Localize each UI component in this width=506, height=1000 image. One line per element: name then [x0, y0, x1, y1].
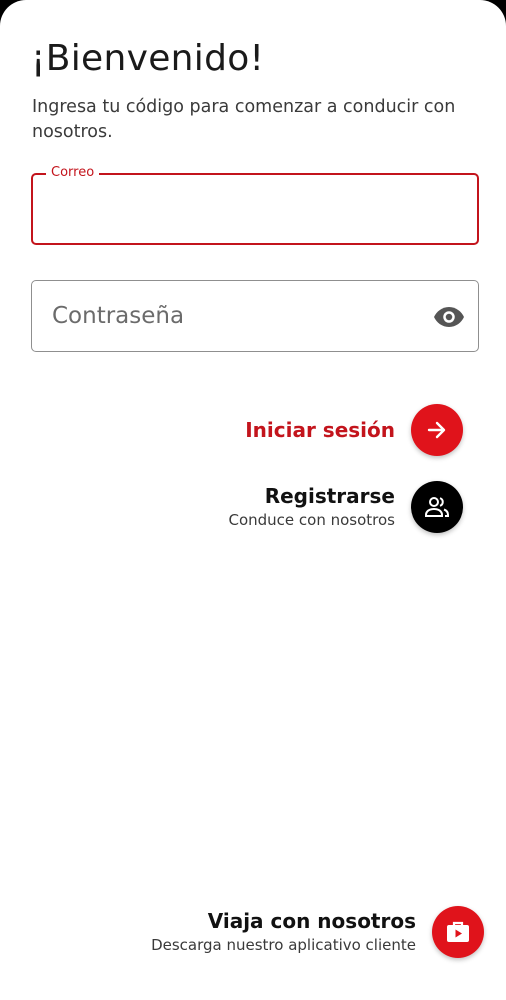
- register-sublabel: Conduce con nosotros: [228, 511, 395, 529]
- travel-action-text: Viaja con nosotros Descarga nuestro apli…: [151, 908, 416, 956]
- travel-button[interactable]: [432, 906, 484, 958]
- travel-label: Viaja con nosotros: [207, 909, 416, 933]
- travel-sublabel: Descarga nuestro aplicativo cliente: [151, 936, 416, 954]
- password-input[interactable]: [52, 281, 418, 351]
- login-button[interactable]: [411, 404, 463, 456]
- register-button[interactable]: [411, 481, 463, 533]
- login-screen: ¡Bienvenido! Ingresa tu código para come…: [0, 0, 506, 1000]
- briefcase-play-icon: [447, 921, 469, 942]
- register-action-text: Registrarse Conduce con nosotros: [228, 483, 395, 531]
- login-action-text: Iniciar sesión: [245, 417, 395, 443]
- login-label: Iniciar sesión: [245, 418, 395, 442]
- people-icon: [425, 497, 449, 517]
- login-action[interactable]: Iniciar sesión: [245, 404, 463, 456]
- eye-icon[interactable]: [434, 303, 464, 331]
- email-input[interactable]: [53, 175, 417, 243]
- travel-action[interactable]: Viaja con nosotros Descarga nuestro apli…: [151, 906, 484, 958]
- password-field[interactable]: [31, 280, 479, 352]
- page-subtitle: Ingresa tu código para comenzar a conduc…: [32, 97, 456, 142]
- arrow-right-icon: [427, 421, 446, 439]
- register-action[interactable]: Registrarse Conduce con nosotros: [228, 481, 463, 533]
- page-title: ¡Bienvenido!: [31, 38, 265, 79]
- email-field[interactable]: Correo: [31, 165, 479, 245]
- register-label: Registrarse: [264, 484, 395, 508]
